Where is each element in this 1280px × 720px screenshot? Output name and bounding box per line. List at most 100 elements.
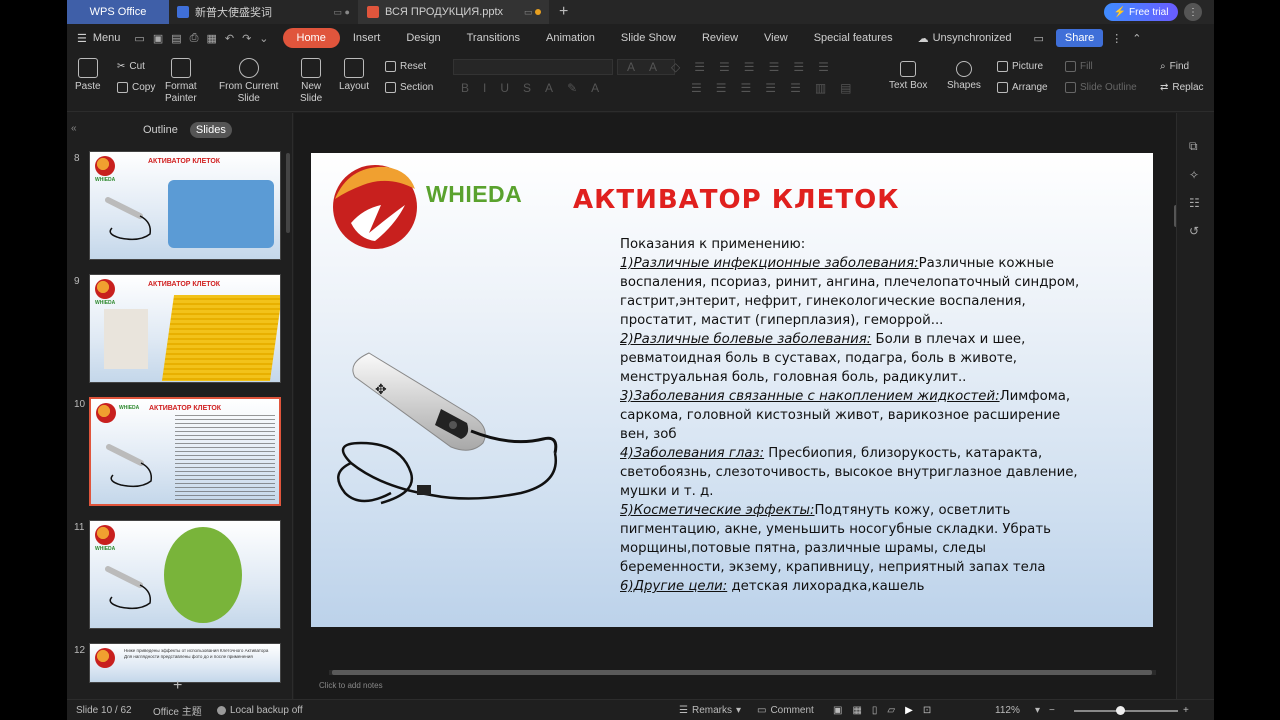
text-align-icon[interactable]: ▤ [840,81,851,95]
collapse-ribbon-icon[interactable]: ⌃ [1132,32,1141,45]
undo-icon[interactable]: ↶ [225,32,234,45]
align-center-icon[interactable]: ☰ [716,81,727,95]
zoom-slider[interactable] [1074,710,1178,712]
from-current-slide-button[interactable]: From Current Slide [219,58,278,105]
fit-icon[interactable]: ⊡ [923,705,931,716]
shrink-font-icon[interactable]: A [649,60,657,74]
fill-button[interactable]: Fill [1065,61,1093,72]
strikethrough-icon[interactable]: S [523,81,531,95]
align-right-icon[interactable]: ☰ [741,81,752,95]
play-icon[interactable]: ▶ [905,705,913,716]
tab-wps-office[interactable]: WPS Office [67,0,169,24]
shapes-button[interactable]: Shapes [947,61,981,92]
collapse-panel-icon[interactable]: « [71,123,77,134]
layout-button[interactable]: Layout [339,58,369,93]
font-name-dropdown[interactable] [453,59,613,75]
remarks-button[interactable]: ☰ Remarks ▾ [679,705,741,716]
theme-name[interactable]: Office 主题 [153,703,202,718]
zoom-in-icon[interactable]: + [1183,705,1189,716]
slide-title[interactable]: АКТИВАТОР КЛЕТОК [573,185,899,215]
slide-body-text[interactable]: Показания к применению: 1)Различные инфе… [620,235,1090,596]
avatar[interactable]: ⋮ [1184,3,1202,21]
justify-icon[interactable]: ☰ [765,81,776,95]
print-icon[interactable]: ⎙ [190,32,199,45]
distribute-icon[interactable]: ☰ [790,81,801,95]
replace-button[interactable]: ⇄ Replac [1160,82,1204,93]
text-box-button[interactable]: Text Box [889,61,927,92]
tab-outline[interactable]: Outline [137,122,184,138]
bullets-icon[interactable]: ☰ [694,60,705,74]
settings-sliders-icon[interactable]: ☷ [1189,196,1200,210]
outdent-icon[interactable]: ☰ [769,60,780,74]
customize-icon[interactable]: ⌄ [259,32,268,45]
slide-thumbnail-12[interactable]: Ниже приведены эффекты от использования … [89,643,281,683]
text-direction-icon[interactable]: ☰ [818,60,829,74]
font-color-icon[interactable]: A [545,81,553,95]
grow-font-icon[interactable]: A [627,60,635,74]
properties-icon[interactable]: ⧉ [1189,139,1200,154]
shadow-icon[interactable]: A [591,81,599,95]
comment-button[interactable]: ▭ Comment [757,705,814,716]
notes-placeholder[interactable]: Click to add notes [319,681,383,690]
tab-document-2[interactable]: ВСЯ ПРОДУКЦИЯ.pptx ▭ [359,0,549,24]
columns-icon[interactable]: ▥ [815,81,826,95]
picture-button[interactable]: Picture [997,61,1043,72]
animation-icon[interactable]: ✧ [1189,168,1200,182]
slide-thumbnail-10[interactable]: WHIEDA АКТИВАТОР КЛЕТОК [89,397,281,506]
tab-design[interactable]: Design [393,28,453,48]
tab-animation[interactable]: Animation [533,28,608,48]
new-slide-button[interactable]: New Slide [300,58,322,105]
tab-menu-icon[interactable]: ▭ ● [334,7,350,18]
slide-thumbnail-11[interactable]: WHIEDA [89,520,281,629]
slide-canvas[interactable]: WHIEDA АКТИВАТОР КЛЕТОК ✥ Показания к пр… [294,113,1214,699]
preview-icon[interactable]: ▦ [206,32,216,45]
tab-view[interactable]: View [751,28,801,48]
save-icon[interactable]: ▣ [153,32,163,45]
open-folder-icon[interactable]: ▭ [134,32,144,45]
tab-home[interactable]: Home [282,28,340,48]
numbering-icon[interactable]: ☰ [719,60,730,74]
slide-thumbnail-9[interactable]: WHIEDA АКТИВАТОР КЛЕТОК [89,274,281,383]
italic-icon[interactable]: I [483,81,486,95]
section-button[interactable]: Section [385,82,433,93]
menu-button[interactable]: ☰ Menu [67,32,130,45]
cut-button[interactable]: ✂ Cut [117,61,145,72]
horizontal-scrollbar[interactable] [329,670,1156,675]
tab-insert[interactable]: Insert [340,28,394,48]
slide-sorter-icon[interactable]: ▦ [852,705,861,716]
align-left-icon[interactable]: ☰ [691,81,702,95]
add-slide-button[interactable]: + [173,677,182,695]
tab-transitions[interactable]: Transitions [454,28,533,48]
indent-icon[interactable]: ☰ [744,60,755,74]
backup-status[interactable]: Local backup off [217,705,303,716]
format-painter-button[interactable]: Format Painter [165,58,197,105]
free-trial-button[interactable]: ⚡ Free trial [1104,3,1178,21]
tab-menu-icon[interactable]: ▭ [524,7,541,18]
paste-button[interactable]: Paste [75,58,101,93]
new-tab-button[interactable]: + [549,3,578,21]
redo-icon[interactable]: ↷ [242,32,251,45]
tab-slides[interactable]: Slides [189,122,232,138]
reset-button[interactable]: Reset [385,61,426,72]
present-icon[interactable]: ▱ [887,705,895,716]
bold-icon[interactable]: B [461,81,469,95]
slide-thumbnail-8[interactable]: WHIEDA АКТИВАТОР КЛЕТОК [89,151,281,260]
sync-status[interactable]: ☁ Unsynchronized [918,32,1012,45]
zoom-level[interactable]: 112% [995,705,1020,716]
clear-format-icon[interactable]: ◇ [671,60,680,74]
current-slide[interactable]: WHIEDA АКТИВАТОР КЛЕТОК ✥ Показания к пр… [311,153,1153,627]
history-icon[interactable]: ↺ [1189,224,1200,238]
tab-review[interactable]: Review [689,28,751,48]
slide-outline-button[interactable]: Slide Outline [1065,82,1137,93]
underline-icon[interactable]: U [500,81,509,95]
zoom-dropdown-icon[interactable]: ▾ [1035,705,1040,716]
line-spacing-icon[interactable]: ☰ [793,60,804,74]
panel-scrollbar[interactable] [286,153,290,233]
scrollbar-thumb[interactable] [332,670,1152,675]
find-button[interactable]: ⌕ Find [1160,61,1189,72]
export-icon[interactable]: ▤ [171,32,181,45]
share-button[interactable]: Share [1055,29,1104,47]
comment-icon[interactable]: ▭ [1033,32,1043,45]
tab-slide-show[interactable]: Slide Show [608,28,689,48]
arrange-button[interactable]: Arrange [997,82,1048,93]
